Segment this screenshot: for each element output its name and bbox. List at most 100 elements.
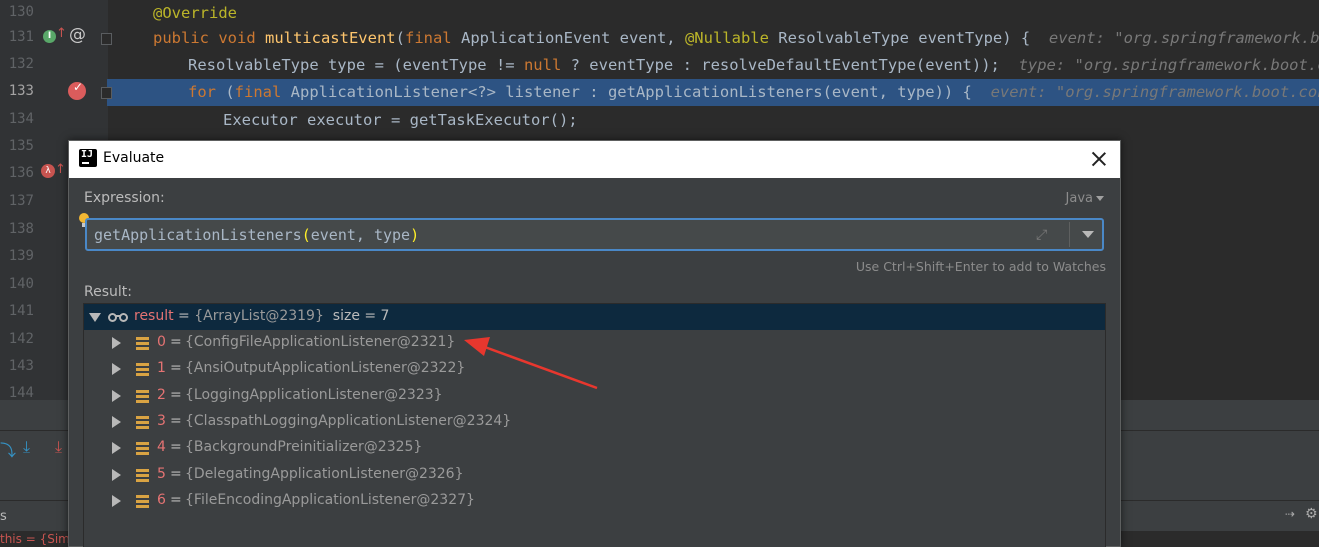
- result-item-row[interactable]: 1 = {AnsiOutputApplicationListener@2322}: [84, 356, 1105, 382]
- code-text: (: [225, 83, 235, 101]
- code-keyword: final: [404, 29, 461, 47]
- language-selector[interactable]: Java: [1066, 191, 1104, 206]
- expand-icon[interactable]: ⤢: [1036, 227, 1052, 243]
- result-item-row[interactable]: 0 = {ConfigFileApplicationListener@2321}: [84, 330, 1105, 356]
- item-value: {FileEncodingApplicationListener@2327}: [185, 492, 475, 508]
- evaluate-dialog: IJ Evaluate Expression: Java getApplicat…: [68, 140, 1121, 547]
- result-label: Result:: [84, 284, 132, 300]
- code-text: ApplicationListener<?> listener : getApp…: [290, 83, 972, 101]
- item-value: {AnsiOutputApplicationListener@2322}: [185, 360, 466, 376]
- code-line[interactable]: 134 Executor executor = getTaskExecutor(…: [0, 107, 1319, 134]
- settings-gear-icon[interactable]: ⚙: [1305, 506, 1318, 522]
- panel-label: s: [0, 509, 7, 524]
- line-number: 140: [8, 276, 34, 292]
- expand-arrow-icon[interactable]: [112, 442, 121, 454]
- chevron-down-icon: [1096, 196, 1104, 201]
- expression-segment: getApplicationListeners: [94, 226, 302, 244]
- close-button[interactable]: [1090, 150, 1108, 168]
- code-line[interactable]: 131 I ↑ @ public void multicastEvent(fin…: [0, 25, 1319, 52]
- field-icon: [136, 363, 149, 376]
- expression-text[interactable]: getApplicationListeners(event, type): [94, 226, 419, 244]
- line-number: 132: [8, 56, 34, 72]
- variable-row[interactable]: this = {Sim: [0, 532, 70, 546]
- override-at-icon[interactable]: @: [69, 25, 86, 45]
- line-number: 137: [8, 193, 34, 209]
- line-number: 130: [8, 4, 34, 20]
- code-line[interactable]: 130 @Override: [0, 0, 1319, 27]
- pin-icon[interactable]: ⇢: [1285, 507, 1295, 521]
- line-number: 134: [8, 111, 34, 127]
- watch-glasses-icon: [108, 311, 130, 323]
- result-tree[interactable]: result = {ArrayList@2319} size = 7 0 = {…: [83, 303, 1106, 547]
- field-icon: [136, 416, 149, 429]
- line-number: 141: [8, 303, 34, 319]
- code-text: ? eventType : resolveDefaultEventType(ev…: [561, 56, 1000, 74]
- item-value: {ClasspathLoggingApplicationListener@232…: [185, 413, 512, 429]
- code-line[interactable]: 132 ResolvableType type = (eventType != …: [0, 52, 1319, 79]
- expand-arrow-icon[interactable]: [112, 390, 121, 402]
- item-index: 6: [157, 492, 166, 508]
- code-keyword: for: [188, 83, 226, 101]
- up-arrow-icon: ↑: [55, 162, 66, 177]
- current-execution-line[interactable]: 133 ✓ for (final ApplicationListener<?> …: [0, 79, 1319, 106]
- code-text: Executor executor = getTaskExecutor();: [223, 111, 578, 129]
- item-index: 2: [157, 387, 166, 403]
- result-item-row[interactable]: 2 = {LoggingApplicationListener@2323}: [84, 383, 1105, 409]
- item-equals: =: [170, 466, 182, 482]
- item-index: 0: [157, 334, 166, 350]
- result-size: size = 7: [332, 308, 390, 324]
- line-number: 139: [8, 248, 34, 264]
- line-number: 142: [8, 331, 34, 347]
- item-index: 1: [157, 360, 166, 376]
- result-item-row[interactable]: 5 = {DelegatingApplicationListener@2326}: [84, 462, 1105, 488]
- fold-marker-icon[interactable]: [101, 33, 112, 45]
- result-equals: =: [173, 308, 195, 324]
- line-number: 138: [8, 221, 34, 237]
- inline-debug-value: type: "org.springframework.boot.conte: [1018, 56, 1319, 74]
- expression-segment: event, type: [310, 226, 411, 244]
- matched-paren: (: [301, 226, 311, 244]
- result-value: {ArrayList@2319}: [194, 308, 324, 324]
- collapse-arrow-icon[interactable]: [89, 313, 101, 322]
- item-value: {DelegatingApplicationListener@2326}: [185, 466, 464, 482]
- code-text: ResolvableType eventType) {: [778, 29, 1031, 47]
- field-icon: [136, 495, 149, 508]
- dialog-title: Evaluate: [103, 150, 165, 166]
- item-equals: =: [170, 387, 182, 403]
- step-into-icon[interactable]: ⤓: [23, 437, 30, 457]
- inline-debug-value: event: "org.springframework.boot.c: [1048, 29, 1319, 47]
- item-equals: =: [170, 413, 182, 429]
- expand-arrow-icon[interactable]: [112, 363, 121, 375]
- result-item-row[interactable]: 4 = {BackgroundPreinitializer@2325}: [84, 435, 1105, 461]
- result-root-row[interactable]: result = {ArrayList@2319} size = 7: [84, 304, 1105, 330]
- result-item-row[interactable]: 3 = {ClasspathLoggingApplicationListener…: [84, 409, 1105, 435]
- expression-input[interactable]: getApplicationListeners(event, type) ⤢: [85, 218, 1104, 251]
- fold-marker-icon[interactable]: [101, 87, 112, 99]
- field-icon: [136, 469, 149, 482]
- expand-arrow-icon[interactable]: [112, 337, 121, 349]
- history-dropdown-icon[interactable]: [1082, 231, 1094, 238]
- item-index: 5: [157, 466, 166, 482]
- item-value: {ConfigFileApplicationListener@2321}: [185, 334, 456, 350]
- expand-arrow-icon[interactable]: [112, 416, 121, 428]
- watches-hint: Use Ctrl+Shift+Enter to add to Watches: [855, 259, 1106, 274]
- item-equals: =: [170, 360, 182, 376]
- item-value: {LoggingApplicationListener@2323}: [185, 387, 443, 403]
- line-number: 131: [8, 29, 34, 45]
- code-text: ApplicationEvent event,: [460, 29, 685, 47]
- step-over-icon[interactable]: ⤵: [0, 437, 16, 461]
- inline-debug-value: event: "org.springframework.boot.context: [990, 83, 1319, 101]
- expand-arrow-icon[interactable]: [112, 495, 121, 507]
- matched-paren: ): [410, 226, 420, 244]
- dialog-titlebar[interactable]: IJ Evaluate: [69, 141, 1120, 178]
- expand-arrow-icon[interactable]: [112, 469, 121, 481]
- force-step-into-icon[interactable]: ⤓: [55, 437, 62, 457]
- line-number: 135: [8, 138, 34, 154]
- intellij-app-icon: IJ: [76, 147, 97, 167]
- lambda-breakpoint-icon[interactable]: λ: [41, 164, 55, 178]
- dropdown-divider: [1069, 222, 1070, 247]
- method-name: multicastEvent: [264, 29, 396, 47]
- item-value: {BackgroundPreinitializer@2325}: [185, 439, 423, 455]
- result-item-row[interactable]: 6 = {FileEncodingApplicationListener@232…: [84, 488, 1105, 514]
- implementation-marker-icon[interactable]: I: [43, 30, 56, 43]
